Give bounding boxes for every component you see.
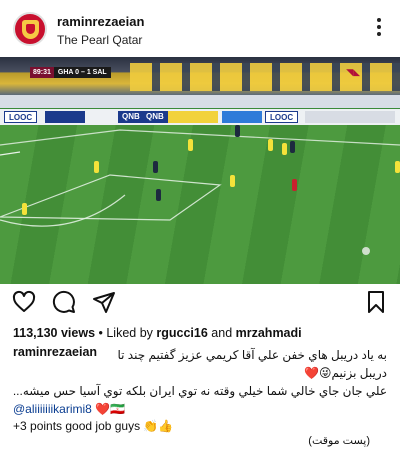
mention-link[interactable]: @aliiiiiiikarimi8 — [13, 402, 92, 416]
share-icon[interactable] — [92, 290, 116, 314]
caption-line-5: +3 points good job guys 👏👍 — [13, 419, 174, 433]
caption-line-2: دريبل بزنيم😜❤️ — [304, 366, 387, 380]
post-location[interactable]: The Pearl Qatar — [57, 33, 142, 47]
banner-row — [0, 95, 400, 108]
mention-emoji: ❤️🇮🇷 — [91, 402, 126, 416]
more-options-icon[interactable] — [376, 18, 382, 38]
ad-board: QNB — [142, 111, 168, 123]
player — [94, 161, 99, 173]
caption-line-3: علي جان جاي خالي شما خيلي وقته نه توي اي… — [12, 384, 387, 398]
player — [156, 189, 161, 201]
and-label: and — [207, 326, 236, 340]
player — [235, 125, 240, 137]
ad-board — [45, 111, 85, 123]
ad-board: LOOC — [4, 111, 38, 123]
player — [230, 175, 235, 187]
broadcaster-logo: ◥◣ — [346, 67, 360, 77]
heart-icon[interactable] — [12, 290, 36, 314]
player — [188, 139, 193, 151]
post-username[interactable]: raminrezaeian — [57, 14, 144, 29]
player — [290, 141, 295, 153]
liked-by-label: • Liked by — [95, 326, 157, 340]
caption-line-1: به یاد دریبل هاي خفن علي آقا كريمي عزيز … — [117, 348, 387, 362]
player — [395, 161, 400, 173]
score-bug: 89:31 GHA 0 – 1 SAL — [30, 67, 111, 78]
post-video[interactable]: 89:31 GHA 0 – 1 SAL ◥◣ LOOC QNB QNB LOOC — [0, 57, 400, 284]
comment-icon[interactable] — [52, 290, 76, 314]
player — [268, 139, 273, 151]
avatar[interactable] — [13, 12, 47, 46]
caption-mention-line: @aliiiiiiikarimi8 ❤️🇮🇷 — [13, 402, 125, 416]
ad-board — [305, 111, 395, 123]
bookmark-icon[interactable] — [364, 290, 388, 314]
match-score: GHA 0 – 1 SAL — [53, 67, 111, 78]
match-time: 89:31 — [30, 67, 54, 78]
caption-username[interactable]: raminrezaeian — [13, 345, 97, 359]
player — [22, 203, 27, 215]
football-pitch — [0, 125, 400, 284]
referee — [292, 179, 297, 191]
ad-board — [222, 111, 262, 123]
pitch-markings — [0, 129, 400, 255]
player — [282, 143, 287, 155]
post-header: raminrezaeian The Pearl Qatar — [0, 0, 400, 57]
views-count[interactable]: 113,130 views — [13, 326, 95, 340]
liked-user-link[interactable]: rgucci16 — [156, 326, 207, 340]
post-timestamp: (پست موقت) — [308, 435, 370, 447]
ad-board: QNB — [118, 111, 144, 123]
ad-board: LOOC — [265, 111, 299, 123]
liked-user-link[interactable]: mrzahmadi — [236, 326, 302, 340]
views-and-likes: 113,130 views • Liked by rgucci16 and mr… — [13, 326, 302, 340]
action-bar — [0, 290, 400, 318]
ad-board — [168, 111, 218, 123]
player — [153, 161, 158, 173]
